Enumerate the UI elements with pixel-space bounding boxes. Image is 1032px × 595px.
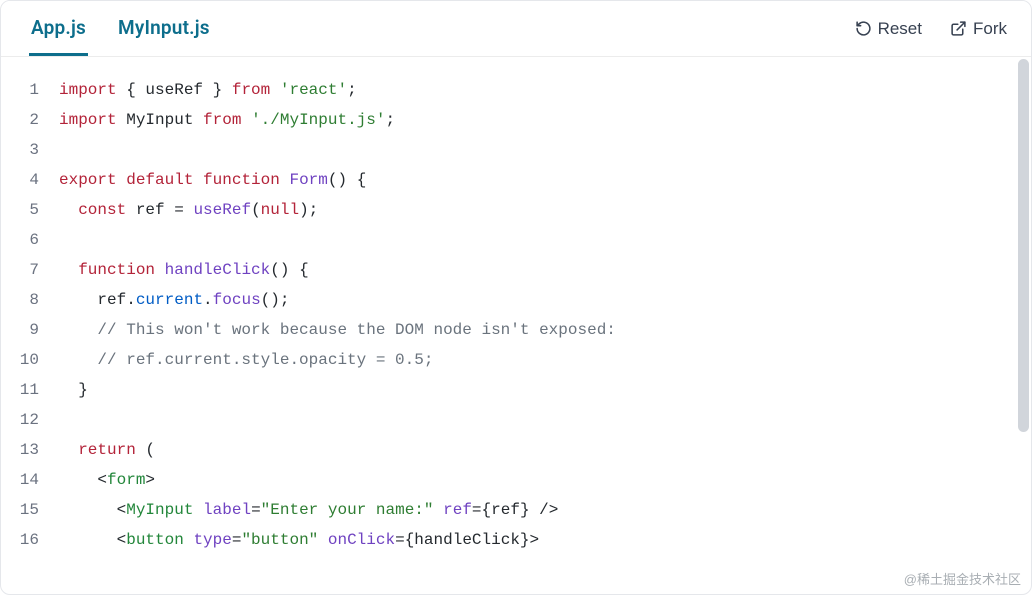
- line-content[interactable]: import { useRef } from 'react';: [59, 75, 1031, 105]
- line-number: 2: [1, 105, 59, 135]
- line-number: 13: [1, 435, 59, 465]
- line-number: 12: [1, 405, 59, 435]
- line-number: 16: [1, 525, 59, 555]
- line-number: 1: [1, 75, 59, 105]
- line-content[interactable]: <MyInput label="Enter your name:" ref={r…: [59, 495, 1031, 525]
- line-content[interactable]: }: [59, 375, 1031, 405]
- code-content[interactable]: 1import { useRef } from 'react';2import …: [1, 57, 1031, 573]
- reset-button[interactable]: Reset: [849, 15, 928, 43]
- code-line[interactable]: 5 const ref = useRef(null);: [1, 195, 1031, 225]
- code-scroll-area[interactable]: 1import { useRef } from 'react';2import …: [1, 57, 1031, 594]
- line-content[interactable]: return (: [59, 435, 1031, 465]
- line-number: 9: [1, 315, 59, 345]
- line-number: 3: [1, 135, 59, 165]
- line-number: 14: [1, 465, 59, 495]
- line-content[interactable]: <button type="button" onClick={handleCli…: [59, 525, 1031, 555]
- code-line[interactable]: 12: [1, 405, 1031, 435]
- tab-myinput-js[interactable]: MyInput.js: [116, 1, 212, 56]
- reset-icon: [855, 20, 872, 37]
- code-line[interactable]: 6: [1, 225, 1031, 255]
- code-line[interactable]: 3: [1, 135, 1031, 165]
- line-content[interactable]: // This won't work because the DOM node …: [59, 315, 1031, 345]
- line-number: 8: [1, 285, 59, 315]
- scrollbar-track[interactable]: [1018, 59, 1029, 592]
- code-line[interactable]: 1import { useRef } from 'react';: [1, 75, 1031, 105]
- line-number: 15: [1, 495, 59, 525]
- line-content[interactable]: // ref.current.style.opacity = 0.5;: [59, 345, 1031, 375]
- line-number: 7: [1, 255, 59, 285]
- tab-app-js[interactable]: App.js: [29, 1, 88, 56]
- line-content[interactable]: function handleClick() {: [59, 255, 1031, 285]
- code-line[interactable]: 4export default function Form() {: [1, 165, 1031, 195]
- line-number: 4: [1, 165, 59, 195]
- code-line[interactable]: 9 // This won't work because the DOM nod…: [1, 315, 1031, 345]
- line-content[interactable]: import MyInput from './MyInput.js';: [59, 105, 1031, 135]
- code-line[interactable]: 11 }: [1, 375, 1031, 405]
- line-content[interactable]: const ref = useRef(null);: [59, 195, 1031, 225]
- code-line[interactable]: 8 ref.current.focus();: [1, 285, 1031, 315]
- line-number: 10: [1, 345, 59, 375]
- line-content[interactable]: <form>: [59, 465, 1031, 495]
- line-number: 5: [1, 195, 59, 225]
- code-line[interactable]: 16 <button type="button" onClick={handle…: [1, 525, 1031, 555]
- line-number: 6: [1, 225, 59, 255]
- code-line[interactable]: 15 <MyInput label="Enter your name:" ref…: [1, 495, 1031, 525]
- tab-label: App.js: [31, 16, 86, 39]
- code-line[interactable]: 7 function handleClick() {: [1, 255, 1031, 285]
- code-editor-panel: App.js MyInput.js Reset Fork 1import { u…: [0, 0, 1032, 595]
- tab-bar: App.js MyInput.js Reset Fork: [1, 1, 1031, 57]
- editor-toolbar: Reset Fork: [849, 15, 1013, 43]
- fork-button[interactable]: Fork: [944, 15, 1013, 43]
- scrollbar-thumb[interactable]: [1018, 59, 1029, 432]
- code-line[interactable]: 10 // ref.current.style.opacity = 0.5;: [1, 345, 1031, 375]
- code-line[interactable]: 13 return (: [1, 435, 1031, 465]
- tab-label: MyInput.js: [118, 16, 210, 39]
- file-tabs: App.js MyInput.js: [29, 1, 212, 56]
- code-line[interactable]: 14 <form>: [1, 465, 1031, 495]
- external-link-icon: [950, 20, 967, 37]
- line-content[interactable]: ref.current.focus();: [59, 285, 1031, 315]
- code-line[interactable]: 2import MyInput from './MyInput.js';: [1, 105, 1031, 135]
- fork-label: Fork: [973, 19, 1007, 39]
- line-content[interactable]: export default function Form() {: [59, 165, 1031, 195]
- line-number: 11: [1, 375, 59, 405]
- reset-label: Reset: [878, 19, 922, 39]
